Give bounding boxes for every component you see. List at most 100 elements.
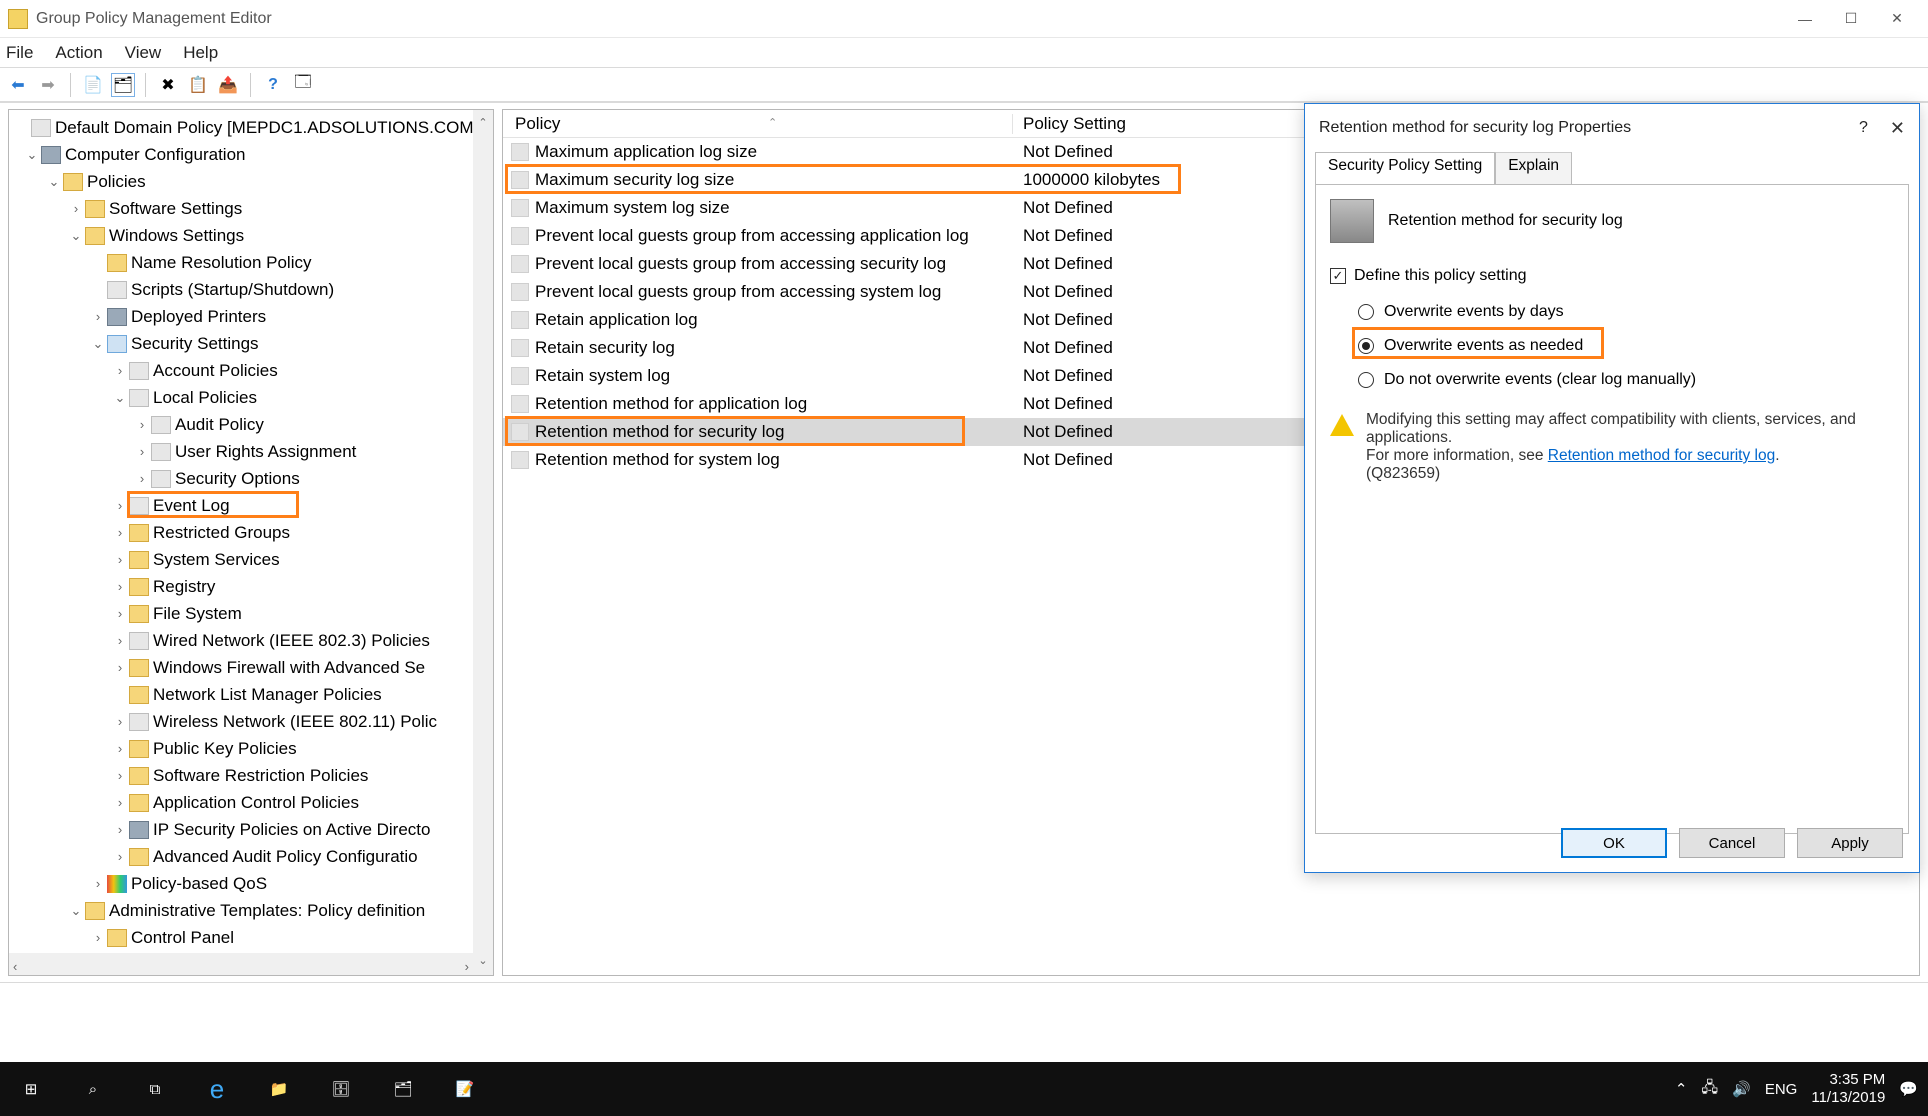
warning-message: Modifying this setting may affect compat… (1330, 411, 1894, 483)
radio-do-not-overwrite[interactable]: Do not overwrite events (clear log manua… (1358, 363, 1894, 397)
radio-overwrite-as-needed[interactable]: Overwrite events as needed (1358, 329, 1894, 363)
eventlog-icon (129, 497, 149, 515)
tree-policy-qos[interactable]: ›Policy-based QoS (9, 870, 493, 897)
minimize-button[interactable]: — (1782, 4, 1828, 34)
qos-icon (107, 875, 127, 893)
content-area: Default Domain Policy [MEPDC1.ADSOLUTION… (0, 102, 1928, 982)
export-button[interactable]: 📤 (216, 73, 240, 97)
start-button[interactable]: ⊞ (0, 1062, 62, 1116)
properties-button[interactable]: 📋 (186, 73, 210, 97)
policy-item-name: Retain system log (535, 366, 670, 386)
tree-security-settings[interactable]: ⌄Security Settings (9, 330, 493, 357)
define-policy-checkbox[interactable]: ✓ Define this policy setting (1330, 267, 1894, 285)
tree-local-policies[interactable]: ⌄Local Policies (9, 384, 493, 411)
tree-control-panel[interactable]: ›Control Panel (9, 924, 493, 951)
tree-account-policies[interactable]: ›Account Policies (9, 357, 493, 384)
column-policy[interactable]: Policy⌃ (503, 114, 1013, 134)
menu-file[interactable]: File (6, 43, 33, 63)
taskbar-server-manager[interactable]: 🗄 (310, 1062, 372, 1116)
cancel-button[interactable]: Cancel (1679, 828, 1785, 858)
dialog-close-button[interactable]: ✕ (1890, 118, 1905, 139)
tree-hscroll[interactable]: ‹› (9, 953, 473, 975)
close-button[interactable]: ✕ (1874, 4, 1920, 34)
tree-audit-policy[interactable]: ›Audit Policy (9, 411, 493, 438)
taskbar-explorer[interactable]: 📁 (248, 1062, 310, 1116)
checkbox-icon: ✓ (1330, 268, 1346, 284)
tree-public-key[interactable]: ›Public Key Policies (9, 735, 493, 762)
tab-explain[interactable]: Explain (1495, 152, 1572, 184)
tree-root[interactable]: Default Domain Policy [MEPDC1.ADSOLUTION… (9, 114, 493, 141)
show-hide-button[interactable]: 🗂 (111, 73, 135, 97)
policy-item-icon (511, 395, 529, 413)
tray-chevron-icon[interactable]: ⌃ (1675, 1080, 1688, 1098)
tree-admin-templates[interactable]: ⌄Administrative Templates: Policy defini… (9, 897, 493, 924)
tray-clock[interactable]: 3:35 PM 11/13/2019 (1811, 1071, 1885, 1107)
policy-item-name: Prevent local guests group from accessin… (535, 282, 941, 302)
tree-software-settings[interactable]: ›Software Settings (9, 195, 493, 222)
tree-network-list[interactable]: Network List Manager Policies (9, 681, 493, 708)
radio-overwrite-by-days[interactable]: Overwrite events by days (1358, 295, 1894, 329)
filter-button[interactable]: 🗔 (291, 73, 315, 97)
tray-notifications-icon[interactable]: 💬 (1899, 1080, 1918, 1098)
tree-ipsec[interactable]: ›IP Security Policies on Active Directo (9, 816, 493, 843)
sort-indicator-icon: ⌃ (768, 116, 777, 129)
folder-icon (85, 227, 105, 245)
tree-name-resolution[interactable]: Name Resolution Policy (9, 249, 493, 276)
policy-icon (129, 362, 149, 380)
tree-wireless-network[interactable]: ›Wireless Network (IEEE 802.11) Polic (9, 708, 493, 735)
tab-security-policy-setting[interactable]: Security Policy Setting (1315, 152, 1495, 184)
maximize-button[interactable]: ☐ (1828, 4, 1874, 34)
tree-software-restriction[interactable]: ›Software Restriction Policies (9, 762, 493, 789)
taskbar-gpmc[interactable]: 🗂 (372, 1062, 434, 1116)
policy-large-icon (1330, 199, 1374, 243)
app-icon (8, 9, 28, 29)
taskbar-notepad[interactable]: 📝 (434, 1062, 496, 1116)
tree-scripts[interactable]: Scripts (Startup/Shutdown) (9, 276, 493, 303)
back-button[interactable]: ⬅ (6, 73, 30, 97)
tree-file-system[interactable]: ›File System (9, 600, 493, 627)
warning-link[interactable]: Retention method for security log (1548, 447, 1775, 464)
tree-app-control[interactable]: ›Application Control Policies (9, 789, 493, 816)
taskbar-ie[interactable]: e (186, 1062, 248, 1116)
menu-help[interactable]: Help (183, 43, 218, 63)
apply-button[interactable]: Apply (1797, 828, 1903, 858)
tree-restricted-groups[interactable]: ›Restricted Groups (9, 519, 493, 546)
delete-button[interactable]: ✖ (156, 73, 180, 97)
ok-button[interactable]: OK (1561, 828, 1667, 858)
tree-event-log[interactable]: ›Event Log (9, 492, 493, 519)
tree-deployed-printers[interactable]: ›Deployed Printers (9, 303, 493, 330)
radio-icon (1358, 338, 1374, 354)
policy-item-icon (511, 283, 529, 301)
taskview-button[interactable]: ⧉ (124, 1062, 186, 1116)
policy-item-icon (511, 311, 529, 329)
tree-computer-config[interactable]: ⌄Computer Configuration (9, 141, 493, 168)
forward-button[interactable]: ➡ (36, 73, 60, 97)
tree-advanced-audit[interactable]: ›Advanced Audit Policy Configuratio (9, 843, 493, 870)
tree-windows-settings[interactable]: ⌄Windows Settings (9, 222, 493, 249)
tree-user-rights[interactable]: ›User Rights Assignment (9, 438, 493, 465)
tray-language[interactable]: ENG (1765, 1081, 1798, 1098)
tree-wired-network[interactable]: ›Wired Network (IEEE 802.3) Policies (9, 627, 493, 654)
tree-windows-firewall[interactable]: ›Windows Firewall with Advanced Se (9, 654, 493, 681)
policy-icon (31, 119, 51, 137)
tree-policies[interactable]: ⌄Policies (9, 168, 493, 195)
help-button[interactable]: ? (261, 73, 285, 97)
tree-security-options[interactable]: ›Security Options (9, 465, 493, 492)
folder-icon (129, 767, 149, 785)
folder-icon (129, 524, 149, 542)
policy-name-label: Retention method for security log (1388, 212, 1623, 230)
tray-volume-icon[interactable]: 🔊 (1732, 1080, 1751, 1098)
up-button[interactable]: 📄 (81, 73, 105, 97)
tree-scrollbar[interactable]: ⌃⌄ (473, 110, 493, 975)
tree-system-services[interactable]: ›System Services (9, 546, 493, 573)
policy-item-icon (511, 255, 529, 273)
policy-item-name: Maximum application log size (535, 142, 757, 162)
tree-registry[interactable]: ›Registry (9, 573, 493, 600)
dialog-help-button[interactable]: ? (1859, 119, 1868, 137)
menu-view[interactable]: View (125, 43, 162, 63)
menu-action[interactable]: Action (55, 43, 102, 63)
folder-icon (129, 848, 149, 866)
tray-network-icon[interactable]: 🖧 (1701, 1077, 1718, 1102)
search-button[interactable]: ⌕ (62, 1062, 124, 1116)
warning-icon (1330, 414, 1354, 436)
